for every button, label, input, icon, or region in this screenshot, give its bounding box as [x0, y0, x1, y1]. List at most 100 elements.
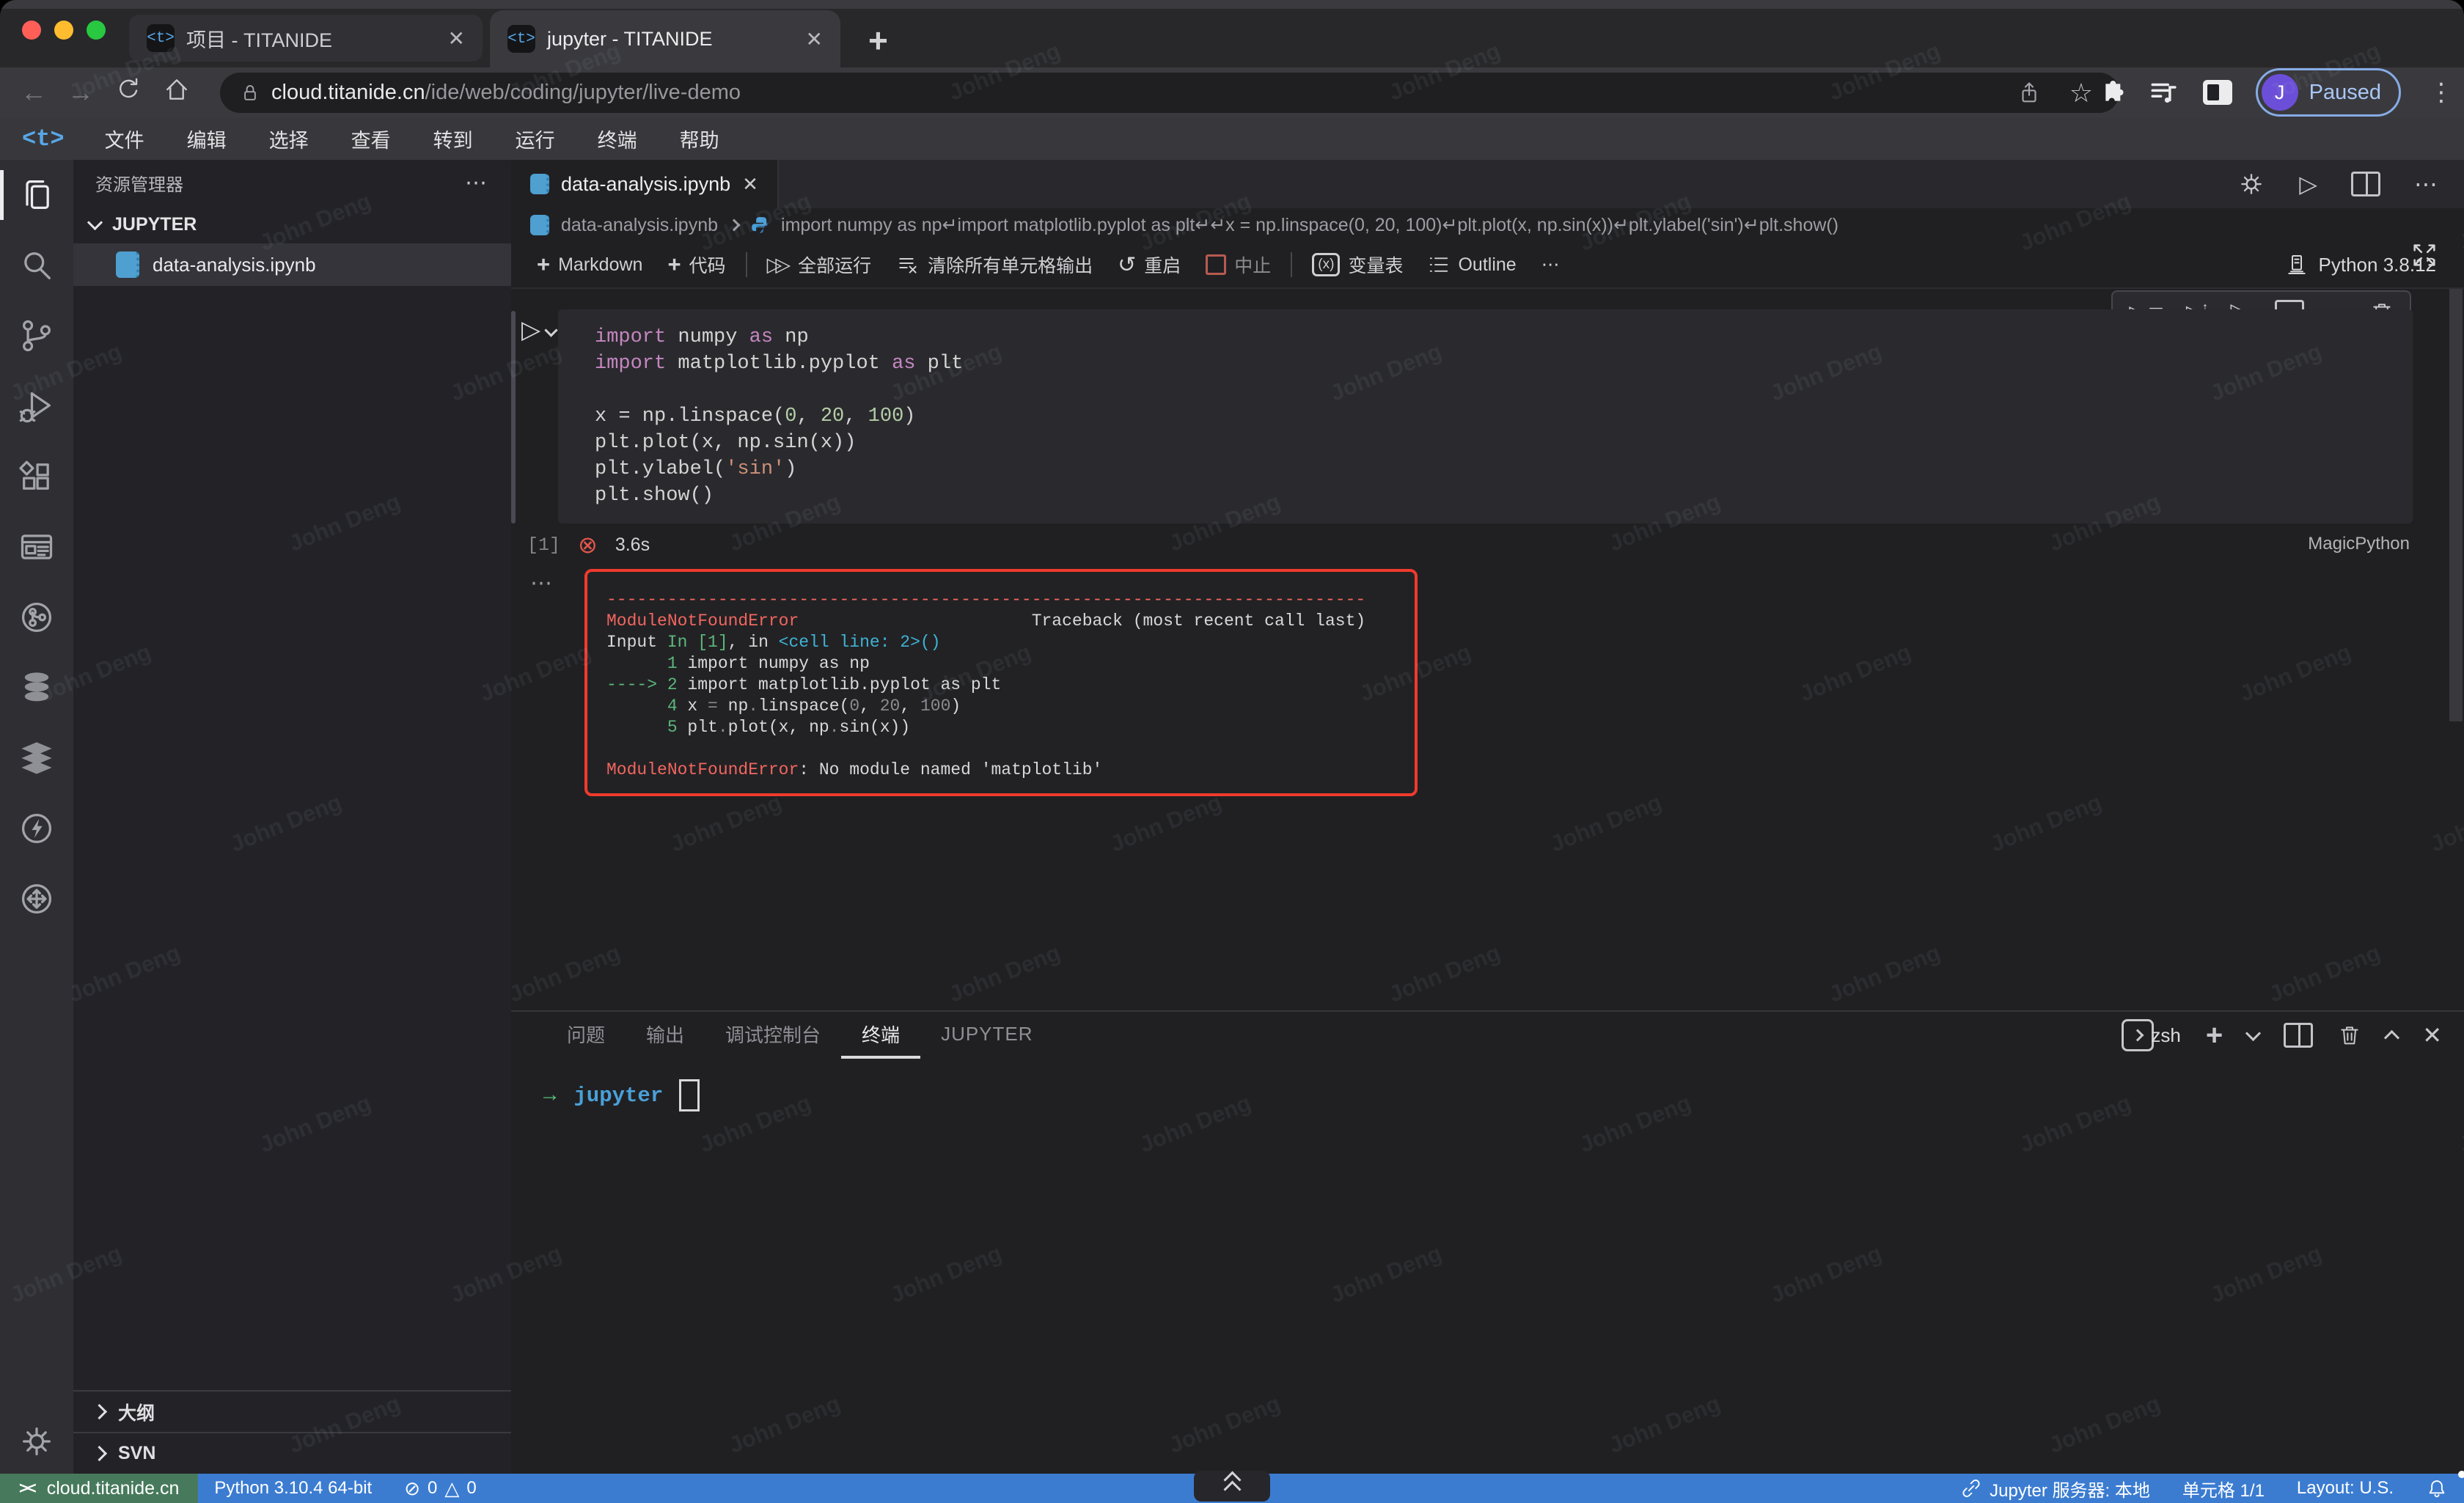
- new-terminal-icon[interactable]: +: [2206, 1019, 2223, 1052]
- restart-button[interactable]: ↺重启: [1105, 251, 1193, 278]
- sidebar-bottom-sections: 大纲 SVN: [73, 1390, 511, 1474]
- menu-goto[interactable]: 转到: [412, 125, 494, 153]
- split-editor-icon[interactable]: [2351, 172, 2380, 196]
- extensions-icon[interactable]: [0, 441, 73, 512]
- back-icon[interactable]: ←: [21, 77, 47, 108]
- sidebar-more-icon[interactable]: ⋯: [465, 170, 489, 196]
- cell-code[interactable]: import numpy as npimport matplotlib.pypl…: [595, 324, 2413, 509]
- panel-tab-jupyter[interactable]: JUPYTER: [920, 1012, 1053, 1059]
- editor-scrollbar[interactable]: [2449, 289, 2463, 721]
- share-icon[interactable]: [2017, 81, 2042, 106]
- menu-view[interactable]: 查看: [330, 125, 412, 153]
- editor-tab-notebook[interactable]: data-analysis.ipynb ✕: [511, 160, 779, 208]
- cell-position-indicator[interactable]: 单元格 1/1: [2166, 1474, 2281, 1503]
- fullscreen-icon[interactable]: [2410, 240, 2439, 275]
- close-tab-icon[interactable]: ✕: [787, 27, 823, 51]
- panel-tab-output[interactable]: 输出: [626, 1012, 705, 1059]
- run-all-button[interactable]: ▷▷全部运行: [755, 251, 884, 278]
- explorer-icon[interactable]: [0, 160, 73, 230]
- panel-tab-terminal[interactable]: 终端: [841, 1012, 920, 1059]
- menu-file[interactable]: 文件: [84, 125, 166, 153]
- forward-icon[interactable]: →: [67, 77, 94, 108]
- lock-icon: [239, 82, 261, 104]
- close-icon[interactable]: ✕: [742, 173, 758, 196]
- section-svn[interactable]: SVN: [73, 1432, 511, 1474]
- settings-gear-icon[interactable]: [0, 1422, 73, 1460]
- close-tab-icon[interactable]: ✕: [429, 26, 465, 51]
- remote-hub-icon[interactable]: [0, 864, 73, 934]
- lightning-icon[interactable]: [0, 793, 73, 864]
- variables-button[interactable]: (x)变量表: [1299, 251, 1415, 278]
- editor-tab-title: data-analysis.ipynb: [561, 173, 730, 196]
- panel-collapse-handle[interactable]: [1194, 1471, 1270, 1502]
- notebook-settings-gear-icon[interactable]: [2237, 170, 2265, 198]
- kill-terminal-icon[interactable]: [2338, 1024, 2361, 1047]
- menu-help[interactable]: 帮助: [659, 125, 741, 153]
- code-cell[interactable]: import numpy as npimport matplotlib.pypl…: [558, 309, 2413, 523]
- close-window-button[interactable]: [22, 21, 41, 40]
- media-playlist-icon[interactable]: [2149, 77, 2179, 108]
- terminal-prompt-line[interactable]: → jupyter: [543, 1079, 2464, 1111]
- python-interpreter[interactable]: Python 3.10.4 64-bit: [198, 1474, 388, 1503]
- maximize-panel-icon[interactable]: [2384, 1029, 2399, 1045]
- language-mode-label[interactable]: MagicPython: [2308, 534, 2410, 554]
- section-label: JUPYTER: [112, 214, 197, 235]
- editor-tab-bar: data-analysis.ipynb ✕ ▷ ⋯: [511, 160, 2464, 208]
- editor-actions: ▷ ⋯: [2237, 170, 2464, 198]
- add-code-button[interactable]: +代码: [655, 251, 738, 278]
- fork-circle-icon[interactable]: [0, 582, 73, 653]
- remote-indicator[interactable]: >< cloud.titanide.cn: [0, 1474, 198, 1503]
- home-icon[interactable]: [163, 76, 191, 110]
- browser-menu-icon[interactable]: ⋮: [2429, 78, 2454, 107]
- jupyter-server-indicator[interactable]: Jupyter 服务器: 本地: [1944, 1474, 2166, 1503]
- clear-outputs-button[interactable]: 清除所有单元格输出: [884, 251, 1105, 278]
- panel-tab-debug-console[interactable]: 调试控制台: [705, 1012, 841, 1059]
- menu-selection[interactable]: 选择: [248, 125, 330, 153]
- menu-edit[interactable]: 编辑: [166, 125, 248, 153]
- problems-indicator[interactable]: ⊘0 △0: [388, 1474, 493, 1503]
- kernel-icon: [2285, 253, 2309, 276]
- zoom-window-button[interactable]: [87, 21, 106, 40]
- search-icon[interactable]: [0, 230, 73, 301]
- file-item-notebook[interactable]: data-analysis.ipynb: [73, 243, 511, 286]
- extensions-puzzle-icon[interactable]: [2096, 78, 2125, 107]
- code-line: [595, 377, 2413, 403]
- split-terminal-icon[interactable]: [2284, 1023, 2313, 1048]
- section-outline[interactable]: 大纲: [73, 1390, 511, 1432]
- breadcrumb-code[interactable]: import numpy as np↵import matplotlib.pyp…: [781, 214, 1838, 236]
- new-tab-button[interactable]: +: [868, 21, 888, 60]
- browser-tab-project[interactable]: <t> 项目 - TITANIDE ✕: [129, 15, 483, 62]
- bookmark-star-icon[interactable]: ☆: [2069, 78, 2093, 109]
- database-icon[interactable]: [0, 653, 73, 723]
- reload-icon[interactable]: [114, 76, 142, 110]
- minimize-window-button[interactable]: [54, 21, 73, 40]
- breadcrumb-file[interactable]: data-analysis.ipynb: [561, 215, 718, 236]
- shell-selector[interactable]: zsh: [2122, 1019, 2180, 1051]
- outline-button[interactable]: Outline: [1415, 254, 1528, 276]
- menu-run[interactable]: 运行: [494, 125, 576, 153]
- browser-profile-chip[interactable]: J Paused: [2256, 68, 2401, 117]
- notifications-bell-icon[interactable]: [2410, 1474, 2464, 1503]
- address-bar[interactable]: cloud.titanide.cn/ide/web/coding/jupyter…: [220, 73, 2119, 113]
- run-debug-icon[interactable]: [0, 371, 73, 441]
- source-control-icon[interactable]: [0, 301, 73, 371]
- output-collapse-icon[interactable]: ⋯: [530, 570, 554, 596]
- panel-tab-problems[interactable]: 问题: [546, 1012, 626, 1059]
- add-markdown-button[interactable]: +Markdown: [524, 251, 655, 278]
- layers-icon[interactable]: [0, 723, 73, 793]
- sidebar-title: 资源管理器: [95, 170, 183, 196]
- breadcrumb[interactable]: data-analysis.ipynb import numpy as np↵i…: [511, 208, 2464, 242]
- more-actions-icon[interactable]: ⋯: [2414, 170, 2439, 198]
- browser-tab-jupyter[interactable]: <t> jupyter - TITANIDE ✕: [490, 10, 840, 67]
- sidebar-toggle-icon[interactable]: [2203, 80, 2232, 105]
- close-panel-icon[interactable]: ✕: [2422, 1021, 2442, 1049]
- sidebar-section-jupyter[interactable]: JUPYTER: [73, 205, 511, 243]
- layout-indicator[interactable]: Layout: U.S.: [2281, 1474, 2410, 1503]
- menu-terminal[interactable]: 终端: [576, 125, 659, 153]
- run-cell-button[interactable]: ▷: [521, 315, 556, 345]
- terminal-dropdown-icon[interactable]: [2245, 1025, 2261, 1040]
- interrupt-button[interactable]: 中止: [1193, 251, 1283, 278]
- preview-icon[interactable]: [0, 512, 73, 582]
- run-icon[interactable]: ▷: [2299, 170, 2317, 198]
- toolbar-more-button[interactable]: ⋯: [1529, 254, 1572, 276]
